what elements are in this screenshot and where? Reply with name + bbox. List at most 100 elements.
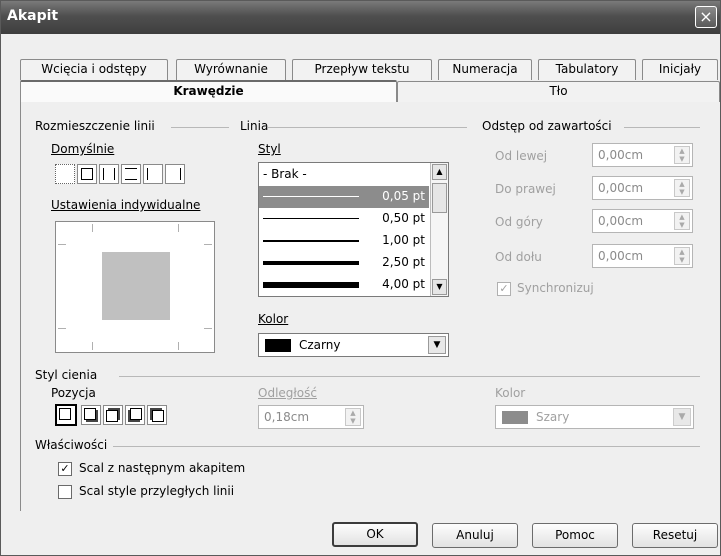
spin-icon: ▲ ▼	[674, 146, 690, 164]
shadow-distance-value: 0,18cm	[264, 410, 310, 424]
shadow-distance-text: Odległość	[258, 386, 317, 400]
line-style-list[interactable]: - Brak - 0,05 pt 0,50 pt 1,00 pt 2,50 pt…	[258, 162, 449, 297]
divider	[119, 376, 700, 377]
close-icon[interactable]: ×	[695, 6, 717, 28]
corner-tick	[92, 342, 93, 350]
corner-tick	[204, 328, 212, 329]
border-preview[interactable]	[55, 221, 215, 353]
tab-drop-caps[interactable]: Inicjały	[642, 59, 718, 80]
shadow-top-left-icon	[152, 410, 164, 422]
color-swatch	[265, 339, 291, 352]
spacing-left-label: Od lewej	[495, 149, 548, 163]
corner-tick	[92, 224, 93, 232]
line-sample	[263, 240, 359, 242]
line-sample	[263, 282, 359, 288]
scroll-down-icon[interactable]: ▼	[432, 279, 447, 295]
chevron-down-icon[interactable]: ▼	[428, 336, 446, 354]
shadow-top-right-icon	[106, 410, 118, 422]
divider	[113, 446, 700, 447]
list-scrollbar[interactable]: ▲ ▼	[430, 163, 448, 296]
shadow-bottom-left-icon	[130, 408, 142, 420]
preset-box[interactable]	[77, 164, 97, 184]
style-text: 2,50 pt	[382, 255, 425, 269]
reset-button[interactable]: Resetuj	[632, 523, 718, 548]
shadow-bottom-right-button[interactable]	[81, 405, 101, 425]
spin-icon: ▲ ▼	[674, 179, 690, 197]
spin-icon: ▲ ▼	[345, 408, 361, 426]
properties-title: Właściwości	[35, 438, 108, 452]
divider	[267, 127, 467, 128]
tab-indents-spacing[interactable]: Wcięcia i odstępy	[20, 59, 168, 80]
corner-tick	[178, 342, 179, 350]
shadow-bottom-left-button[interactable]	[125, 405, 145, 425]
shadow-top-right-button[interactable]	[103, 405, 123, 425]
preset-left-icon	[147, 168, 159, 180]
list-item[interactable]: 2,50 pt	[259, 252, 429, 274]
merge-next-checkbox[interactable]: ✓	[58, 462, 72, 476]
preset-top-bottom-icon	[125, 168, 137, 180]
custom-settings-label: Ustawienia indywidualne	[51, 198, 200, 212]
shadow-title: Styl cienia	[35, 368, 98, 382]
spacing-right-field: 0,00cm ▲ ▼	[592, 176, 693, 200]
default-label: Domyślnie	[51, 142, 115, 156]
shadow-none-icon	[59, 408, 71, 420]
list-item[interactable]: - Brak -	[259, 164, 429, 186]
style-text: 0,05 pt	[382, 189, 425, 203]
tab-tabs[interactable]: Tabulatory	[538, 59, 636, 80]
spacing-right-label: Do prawej	[495, 182, 556, 196]
corner-tick	[58, 328, 66, 329]
spin-icon: ▲ ▼	[674, 212, 690, 230]
scroll-thumb[interactable]	[432, 183, 447, 213]
sync-label: Synchronizuj	[517, 281, 594, 295]
tab-alignment[interactable]: Wyrównanie	[176, 59, 286, 80]
shadow-color-value: Szary	[536, 410, 570, 424]
ok-button[interactable]: OK	[332, 522, 418, 547]
style-none-text: - Brak -	[263, 167, 307, 181]
tab-text-flow[interactable]: Przepływ tekstu	[292, 59, 432, 80]
list-item[interactable]: 4,00 pt	[259, 274, 429, 296]
spacing-left-value: 0,00cm	[598, 148, 644, 162]
line-color-text: Kolor	[258, 312, 289, 326]
spacing-top-label: Od góry	[495, 215, 543, 229]
color-swatch	[502, 411, 528, 424]
divider	[624, 127, 700, 128]
list-item[interactable]: 1,00 pt	[259, 230, 429, 252]
line-sample	[263, 261, 359, 265]
divider	[171, 127, 229, 128]
corner-tick	[178, 224, 179, 232]
preset-right-icon	[169, 168, 181, 180]
spacing-right-value: 0,00cm	[598, 181, 644, 195]
preset-right[interactable]	[165, 164, 185, 184]
line-sample	[263, 196, 359, 197]
line-color-select[interactable]: Czarny ▼	[258, 333, 449, 357]
spacing-title: Odstęp od zawartości	[482, 119, 612, 133]
list-item[interactable]: 0,05 pt	[259, 186, 429, 208]
corner-tick	[204, 244, 212, 245]
preset-left-right[interactable]	[99, 164, 119, 184]
cancel-button[interactable]: Anuluj	[432, 523, 518, 548]
title-bar[interactable]: Akapit ×	[1, 1, 720, 34]
style-text: 4,00 pt	[382, 277, 425, 291]
line-color-label: Kolor	[258, 312, 288, 326]
merge-adjacent-checkbox[interactable]	[58, 485, 72, 499]
preset-left-right-icon	[103, 168, 115, 180]
spacing-top-value: 0,00cm	[598, 214, 644, 228]
help-button[interactable]: Pomoc	[532, 523, 618, 548]
shadow-color-label: Kolor	[495, 386, 526, 400]
list-item[interactable]: 0,50 pt	[259, 208, 429, 230]
shadow-position-label: Pozycja	[51, 386, 96, 400]
spacing-bottom-label: Od dołu	[495, 250, 542, 264]
preset-left[interactable]	[143, 164, 163, 184]
style-text: 0,50 pt	[382, 211, 425, 225]
preset-none[interactable]	[55, 164, 75, 184]
line-arrangement-title: Rozmieszczenie linii	[35, 119, 155, 133]
scroll-up-icon[interactable]: ▲	[432, 164, 447, 180]
shadow-top-left-button[interactable]	[147, 405, 167, 425]
chevron-down-icon: ▼	[673, 408, 691, 426]
style-text: 1,00 pt	[382, 233, 425, 247]
line-color-value: Czarny	[299, 338, 341, 352]
line-title: Linia	[240, 119, 269, 133]
preset-top-bottom[interactable]	[121, 164, 141, 184]
tab-numbering[interactable]: Numeracja	[438, 59, 532, 80]
shadow-none-button[interactable]	[55, 404, 77, 426]
